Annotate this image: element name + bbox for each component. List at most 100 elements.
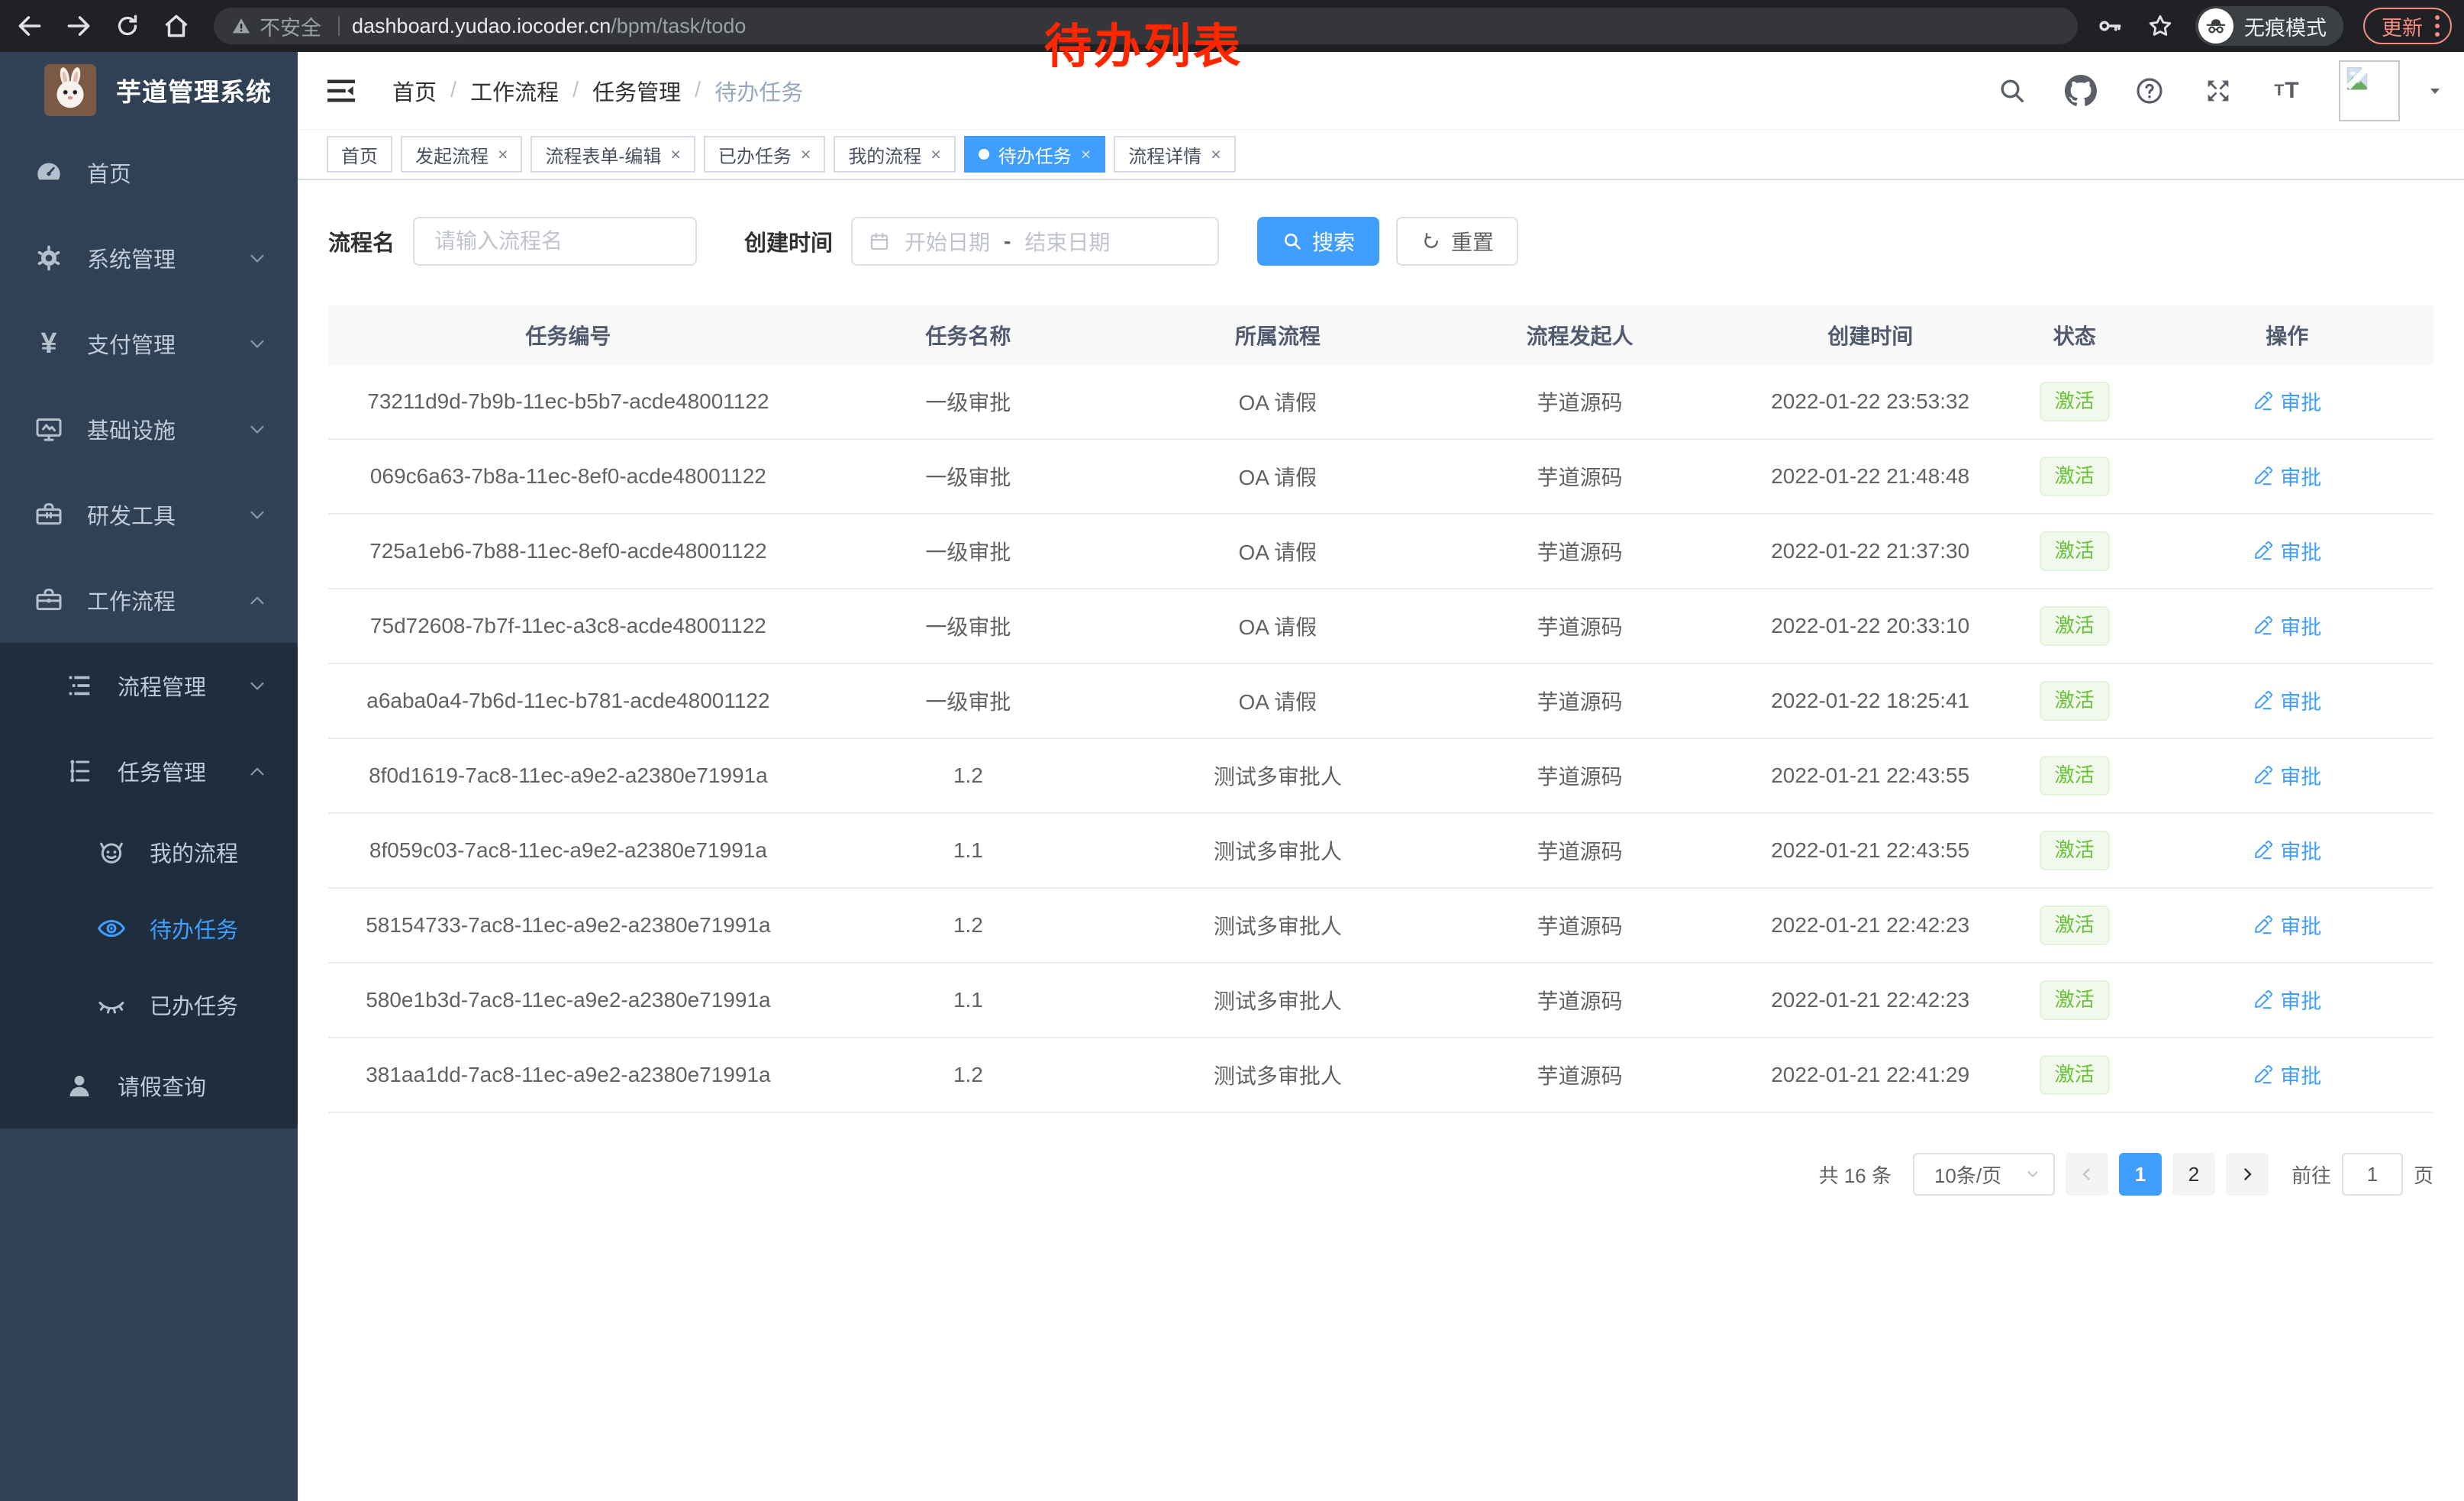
- next-page-button[interactable]: [2226, 1153, 2269, 1196]
- date-range-picker[interactable]: 开始日期 - 结束日期: [851, 217, 1219, 266]
- password-key-icon[interactable]: [2095, 8, 2125, 44]
- list-icon: [63, 669, 96, 702]
- cell-created: 2022-01-21 22:41:29: [1733, 1063, 2008, 1087]
- page-annotation: 待办列表: [1044, 8, 1243, 76]
- goto-page-input[interactable]: [2342, 1153, 2403, 1196]
- column-header: 创建时间: [1733, 320, 2008, 350]
- breadcrumb-home[interactable]: 首页: [392, 75, 437, 107]
- font-size-icon[interactable]: TT: [2270, 74, 2304, 108]
- sidebar-item-workflow[interactable]: 工作流程: [0, 557, 298, 643]
- browser-update-button[interactable]: 更新: [2363, 8, 2452, 44]
- tab-close-icon[interactable]: ×: [1081, 146, 1091, 163]
- browser-back-icon[interactable]: [12, 8, 47, 44]
- approve-link[interactable]: 审批: [2253, 760, 2321, 790]
- tab-process-form-edit[interactable]: 流程表单-编辑×: [531, 136, 695, 173]
- search-button-icon: [1282, 231, 1303, 252]
- approve-label: 审批: [2280, 835, 2321, 865]
- cell-created: 2022-01-21 22:42:23: [1733, 913, 2008, 938]
- sidebar-item-task-management[interactable]: 任务管理: [0, 728, 298, 814]
- tab-process-detail[interactable]: 流程详情 ×: [1114, 136, 1235, 173]
- approve-link[interactable]: 审批: [2253, 910, 2321, 940]
- app-logo-row[interactable]: 芋道管理系统: [0, 52, 298, 128]
- bookmark-star-icon[interactable]: [2145, 8, 2175, 44]
- search-button[interactable]: 搜索: [1257, 217, 1379, 266]
- chevron-up-icon: [246, 760, 269, 783]
- help-icon[interactable]: [2133, 74, 2166, 108]
- sidebar-item-dev-tools[interactable]: 研发工具: [0, 472, 298, 557]
- tab-close-icon[interactable]: ×: [930, 146, 940, 163]
- browser-reload-icon[interactable]: [110, 8, 145, 44]
- cell-starter: 芋道源码: [1427, 985, 1733, 1015]
- browser-home-icon[interactable]: [159, 8, 194, 44]
- breadcrumb-task-management[interactable]: 任务管理: [592, 75, 681, 107]
- cell-name: 一级审批: [808, 686, 1128, 716]
- tags-view: 首页发起流程×流程表单-编辑×已办任务×我的流程×待办任务×流程详情×: [298, 130, 2464, 180]
- sidebar-item-payment-management[interactable]: ¥支付管理: [0, 301, 298, 386]
- github-icon[interactable]: [2064, 74, 2098, 108]
- cell-id: 8f0d1619-7ac8-11ec-a9e2-a2380e71991a: [328, 763, 808, 788]
- sidebar-item-todo-tasks[interactable]: 待办任务: [0, 890, 298, 967]
- sidebar-item-leave-query[interactable]: 请假查询: [0, 1043, 298, 1128]
- sidebar-item-label: 我的流程: [150, 836, 238, 868]
- approve-link[interactable]: 审批: [2253, 386, 2321, 416]
- cell-process: 测试多审批人: [1128, 760, 1427, 791]
- cell-status: 激活: [2008, 457, 2141, 496]
- approve-label: 审批: [2280, 461, 2321, 491]
- prev-page-button[interactable]: [2066, 1153, 2108, 1196]
- cell-created: 2022-01-22 23:53:32: [1733, 389, 2008, 414]
- approve-link[interactable]: 审批: [2253, 1060, 2321, 1089]
- approve-link[interactable]: 审批: [2253, 835, 2321, 865]
- sidebar-item-system-management[interactable]: 系统管理: [0, 215, 298, 301]
- tab-todo-tasks[interactable]: 待办任务×: [964, 136, 1105, 173]
- page-button-2[interactable]: 2: [2172, 1153, 2215, 1196]
- tab-start-process[interactable]: 发起流程×: [401, 136, 522, 173]
- cell-status: 激活: [2008, 1055, 2141, 1095]
- tab-home[interactable]: 首页: [327, 136, 392, 173]
- breadcrumb-workflow[interactable]: 工作流程: [470, 75, 559, 107]
- page-size-select[interactable]: 10条/页: [1913, 1153, 2055, 1196]
- fullscreen-icon[interactable]: [2201, 74, 2235, 108]
- tab-close-icon[interactable]: ×: [498, 146, 508, 163]
- avatar-caret-icon[interactable]: [2426, 82, 2444, 100]
- approve-link[interactable]: 审批: [2253, 536, 2321, 566]
- tab-close-icon[interactable]: ×: [670, 146, 680, 163]
- tab-close-icon[interactable]: ×: [1211, 146, 1221, 163]
- pagination: 共 16 条 10条/页 1 2 前往 页: [328, 1153, 2433, 1196]
- tab-label: 流程详情: [1128, 141, 1201, 168]
- status-badge: 激活: [2040, 756, 2110, 796]
- search-icon[interactable]: [1995, 74, 2029, 108]
- approve-label: 审批: [2280, 1060, 2321, 1089]
- process-name-input[interactable]: [413, 217, 697, 266]
- approve-link[interactable]: 审批: [2253, 686, 2321, 715]
- cell-name: 1.2: [808, 1063, 1128, 1087]
- tab-close-icon[interactable]: ×: [801, 146, 811, 163]
- top-navbar: 首页 / 工作流程 / 任务管理 / 待办任务: [298, 52, 2464, 130]
- process-name-label: 流程名: [328, 225, 395, 257]
- approve-link[interactable]: 审批: [2253, 611, 2321, 641]
- sidebar-item-done-tasks[interactable]: 已办任务: [0, 967, 298, 1043]
- tab-done-tasks[interactable]: 已办任务 ×: [704, 136, 825, 173]
- tab-my-process[interactable]: 我的流程×: [834, 136, 955, 173]
- cell-actions: 审批: [2141, 386, 2433, 417]
- browser-forward-icon[interactable]: [61, 8, 96, 44]
- sidebar-item-home[interactable]: 首页: [0, 130, 298, 215]
- sidebar-item-infrastructure[interactable]: 基础设施: [0, 386, 298, 472]
- approve-link[interactable]: 审批: [2253, 985, 2321, 1015]
- page-button-1[interactable]: 1: [2119, 1153, 2162, 1196]
- sidebar-item-process-management[interactable]: 流程管理: [0, 643, 298, 728]
- edit-pen-icon: [2253, 466, 2273, 486]
- approve-link[interactable]: 审批: [2253, 461, 2321, 491]
- user-avatar[interactable]: [2339, 60, 2400, 121]
- reset-button[interactable]: 重置: [1396, 217, 1518, 266]
- edit-pen-icon: [2253, 541, 2273, 561]
- tab-label: 已办任务: [718, 141, 792, 168]
- sidebar-item-my-process[interactable]: 我的流程: [0, 814, 298, 890]
- cell-name: 1.1: [808, 838, 1128, 863]
- status-badge: 激活: [2040, 457, 2110, 496]
- chevron-up-icon: [246, 589, 269, 612]
- gauge-icon: [32, 156, 66, 189]
- sidebar-collapse-icon[interactable]: [324, 73, 359, 108]
- security-warning-icon[interactable]: [231, 15, 252, 37]
- task-table: 任务编号任务名称所属流程流程发起人创建时间状态操作 73211d9d-7b9b-…: [328, 305, 2433, 1113]
- browser-menu-icon[interactable]: [2435, 15, 2440, 37]
